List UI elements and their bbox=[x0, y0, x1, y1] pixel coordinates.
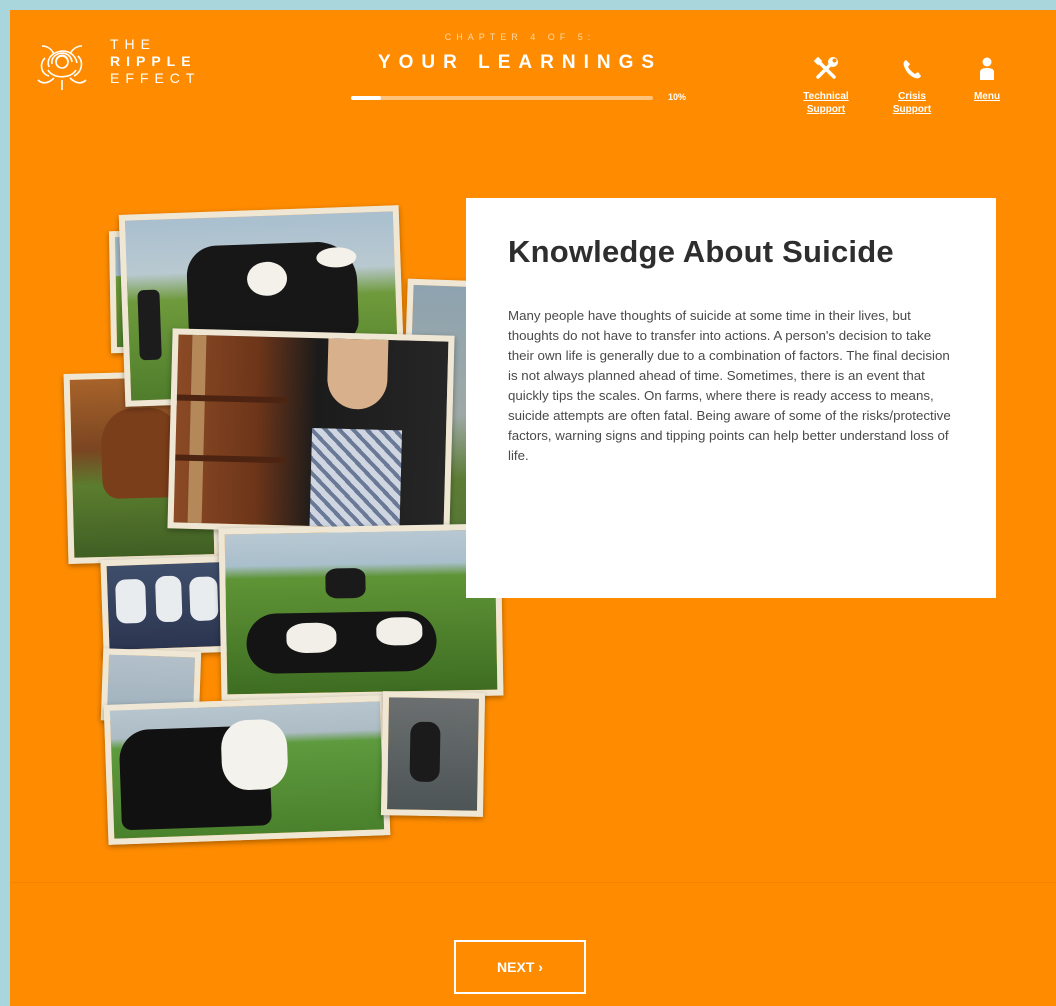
menu-button[interactable]: Menu bbox=[964, 54, 1010, 103]
logo-text: THE RIPPLE EFFECT bbox=[110, 36, 200, 87]
photo-dog bbox=[380, 691, 486, 817]
wrench-screwdriver-icon bbox=[813, 56, 838, 79]
phone-icon bbox=[903, 60, 921, 79]
body-text: Many people have thoughts of suicide at … bbox=[508, 308, 951, 463]
technical-support-button[interactable]: Technical Support bbox=[790, 54, 862, 116]
logo-line-the: THE bbox=[110, 36, 156, 52]
crisis-support-button[interactable]: Crisis Support bbox=[878, 54, 946, 116]
photo-cow-faces bbox=[100, 555, 234, 657]
page-title: Knowledge About Suicide bbox=[508, 234, 894, 269]
crisis-support-label-2: Support bbox=[892, 104, 932, 115]
person-icon bbox=[980, 57, 994, 80]
rose-logo-icon bbox=[37, 45, 87, 90]
next-button[interactable]: NEXT › bbox=[454, 940, 586, 994]
crisis-support-label-1: Crisis bbox=[898, 91, 926, 102]
chapter-label: CHAPTER 4 OF 5: bbox=[444, 32, 596, 42]
logo-line-effect: EFFECT bbox=[110, 70, 201, 86]
content-card: Knowledge About Suicide Many people have… bbox=[466, 198, 996, 598]
progress-text: 10% bbox=[668, 92, 687, 102]
page-frame: THE RIPPLE EFFECT CHAPTER 4 OF 5: YOUR L… bbox=[10, 10, 1056, 1006]
chapter-title: YOUR LEARNINGS bbox=[377, 52, 663, 73]
technical-support-label-1: Technical bbox=[803, 91, 849, 102]
progress-bar bbox=[351, 96, 653, 100]
menu-label: Menu bbox=[973, 91, 1001, 102]
photo-holstein-closeup bbox=[103, 695, 391, 845]
footer-divider bbox=[10, 882, 1056, 883]
photo-woman-barn bbox=[167, 328, 455, 536]
photo-herd-grass bbox=[218, 523, 504, 701]
logo-line-ripple: RIPPLE bbox=[110, 53, 197, 69]
technical-support-label-2: Support bbox=[806, 104, 846, 115]
progress-fill bbox=[351, 96, 382, 100]
